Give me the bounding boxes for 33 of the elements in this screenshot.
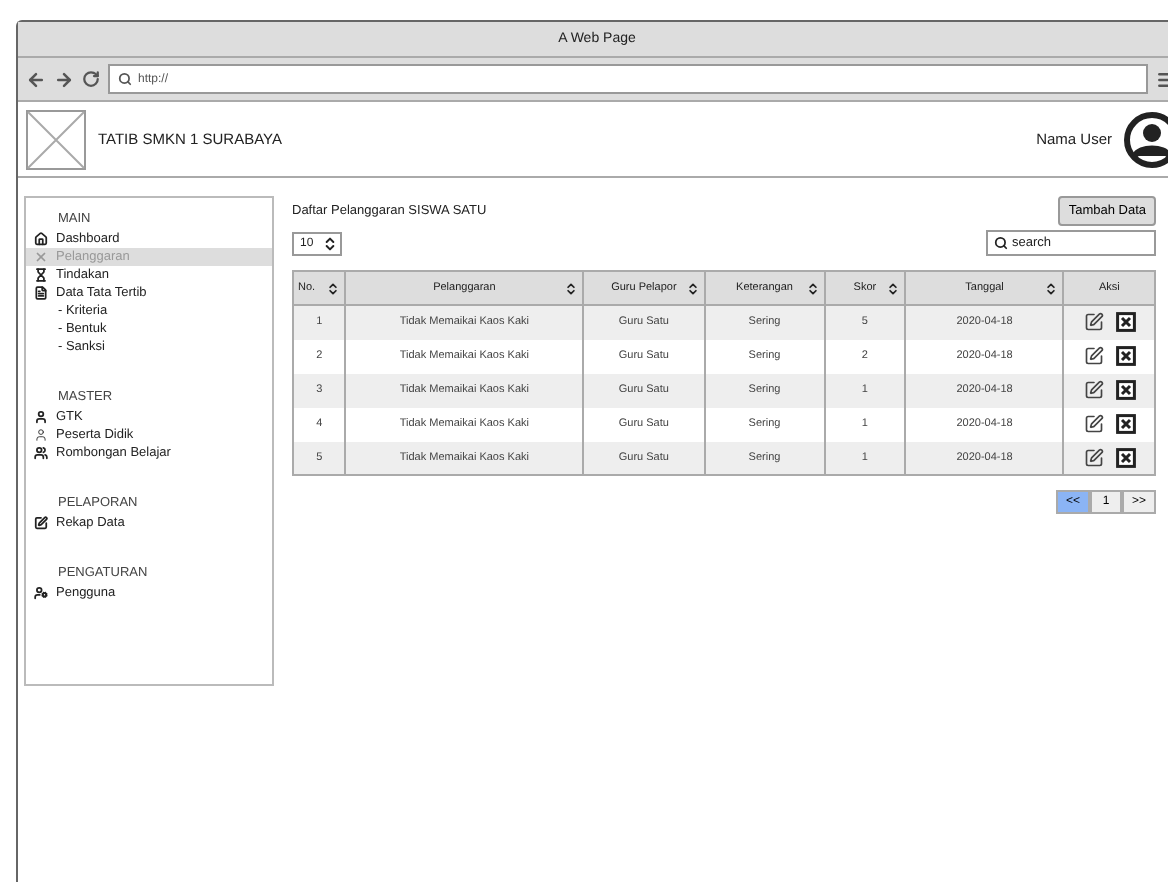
close-icon: [34, 250, 48, 264]
stepper-icon: [322, 235, 338, 251]
delete-icon[interactable]: [1115, 414, 1136, 434]
sort-icon[interactable]: [326, 281, 341, 295]
sort-icon[interactable]: [886, 281, 901, 295]
home-icon: [34, 232, 48, 246]
search-icon: [118, 72, 132, 86]
edit-icon[interactable]: [1083, 380, 1104, 400]
sort-icon[interactable]: [564, 281, 578, 295]
delete-icon[interactable]: [1115, 447, 1136, 468]
search-icon: [994, 236, 1008, 250]
hourglass-icon: [34, 268, 48, 282]
avatar-icon[interactable]: [1124, 111, 1168, 167]
user-gear-icon: [34, 586, 48, 600]
edit-icon[interactable]: [1083, 312, 1104, 333]
reload-icon[interactable]: [82, 70, 100, 88]
document-icon: [34, 286, 48, 300]
delete-icon[interactable]: [1115, 380, 1136, 400]
sort-icon[interactable]: [1044, 281, 1059, 295]
pen-icon: [34, 516, 48, 530]
person-icon: [34, 428, 48, 442]
edit-icon[interactable]: [1083, 346, 1104, 366]
delete-icon[interactable]: [1115, 346, 1136, 366]
back-icon[interactable]: [26, 69, 46, 89]
sort-icon[interactable]: [685, 281, 700, 295]
person-icon: [34, 410, 48, 424]
sort-icon[interactable]: [805, 281, 820, 295]
delete-icon[interactable]: [1115, 312, 1136, 333]
edit-icon[interactable]: [1083, 447, 1104, 468]
edit-icon[interactable]: [1083, 414, 1104, 434]
forward-icon[interactable]: [54, 69, 74, 89]
people-icon: [34, 446, 48, 460]
image-placeholder-icon: [26, 109, 86, 169]
